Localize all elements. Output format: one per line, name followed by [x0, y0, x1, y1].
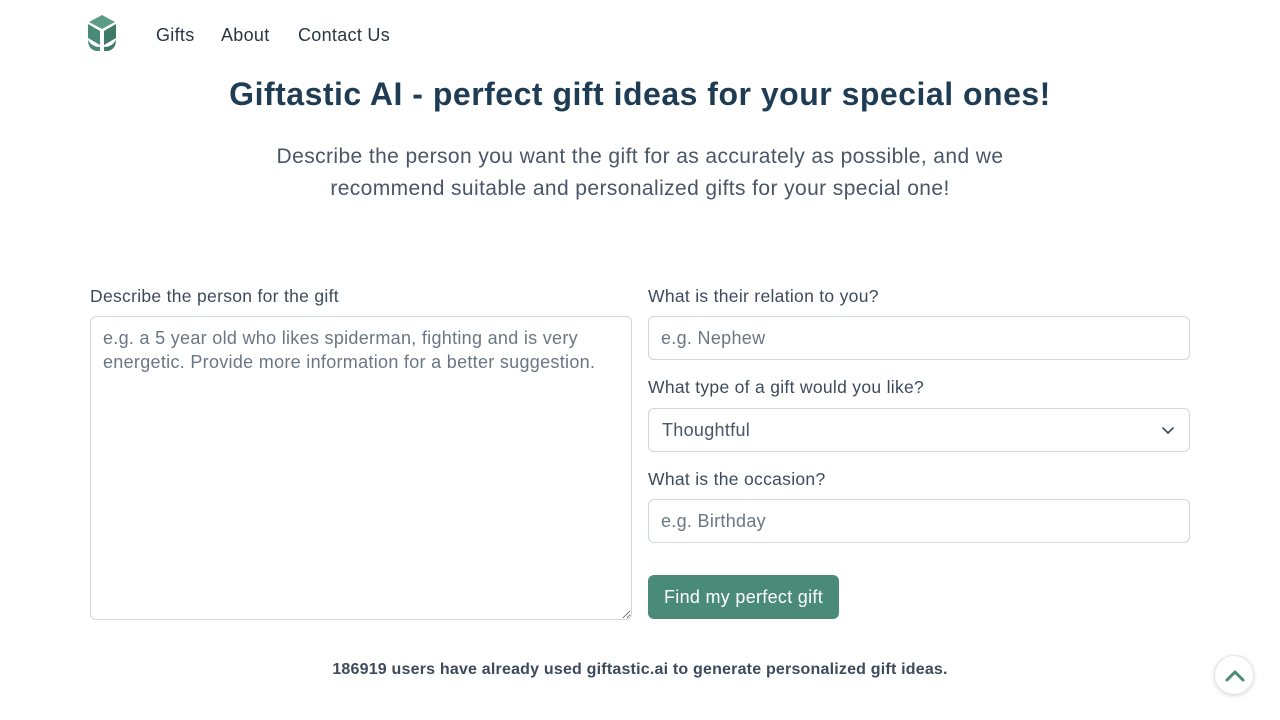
usage-count-note: 186919 users have already used giftastic… [332, 661, 948, 678]
gift-type-value: Thoughtful [662, 420, 751, 440]
description-label: Describe the person for the gift [90, 286, 339, 306]
navbar: Gifts About Contact Us [0, 0, 1280, 70]
chevron-down-icon [1162, 427, 1174, 434]
relation-label: What is their relation to you? [648, 286, 879, 306]
logo-icon[interactable] [84, 13, 120, 53]
find-gift-button[interactable]: Find my perfect gift [648, 575, 839, 619]
page-subtitle: Describe the person you want the gift fo… [276, 145, 1004, 200]
nav-link-about[interactable]: About [221, 25, 270, 46]
chevron-up-icon [1225, 670, 1245, 682]
gift-type-label: What type of a gift would you like? [648, 377, 925, 397]
nav-link-contact[interactable]: Contact Us [298, 25, 390, 46]
occasion-input[interactable] [648, 499, 1190, 543]
page-title: Giftastic AI - perfect gift ideas for yo… [229, 76, 1051, 112]
occasion-label: What is the occasion? [648, 469, 826, 489]
nav-link-gifts[interactable]: Gifts [156, 25, 195, 46]
relation-input[interactable] [648, 316, 1190, 360]
scroll-to-top-button[interactable] [1214, 655, 1254, 695]
description-textarea[interactable] [90, 316, 632, 620]
gift-type-select[interactable]: Thoughtful [648, 408, 1190, 452]
